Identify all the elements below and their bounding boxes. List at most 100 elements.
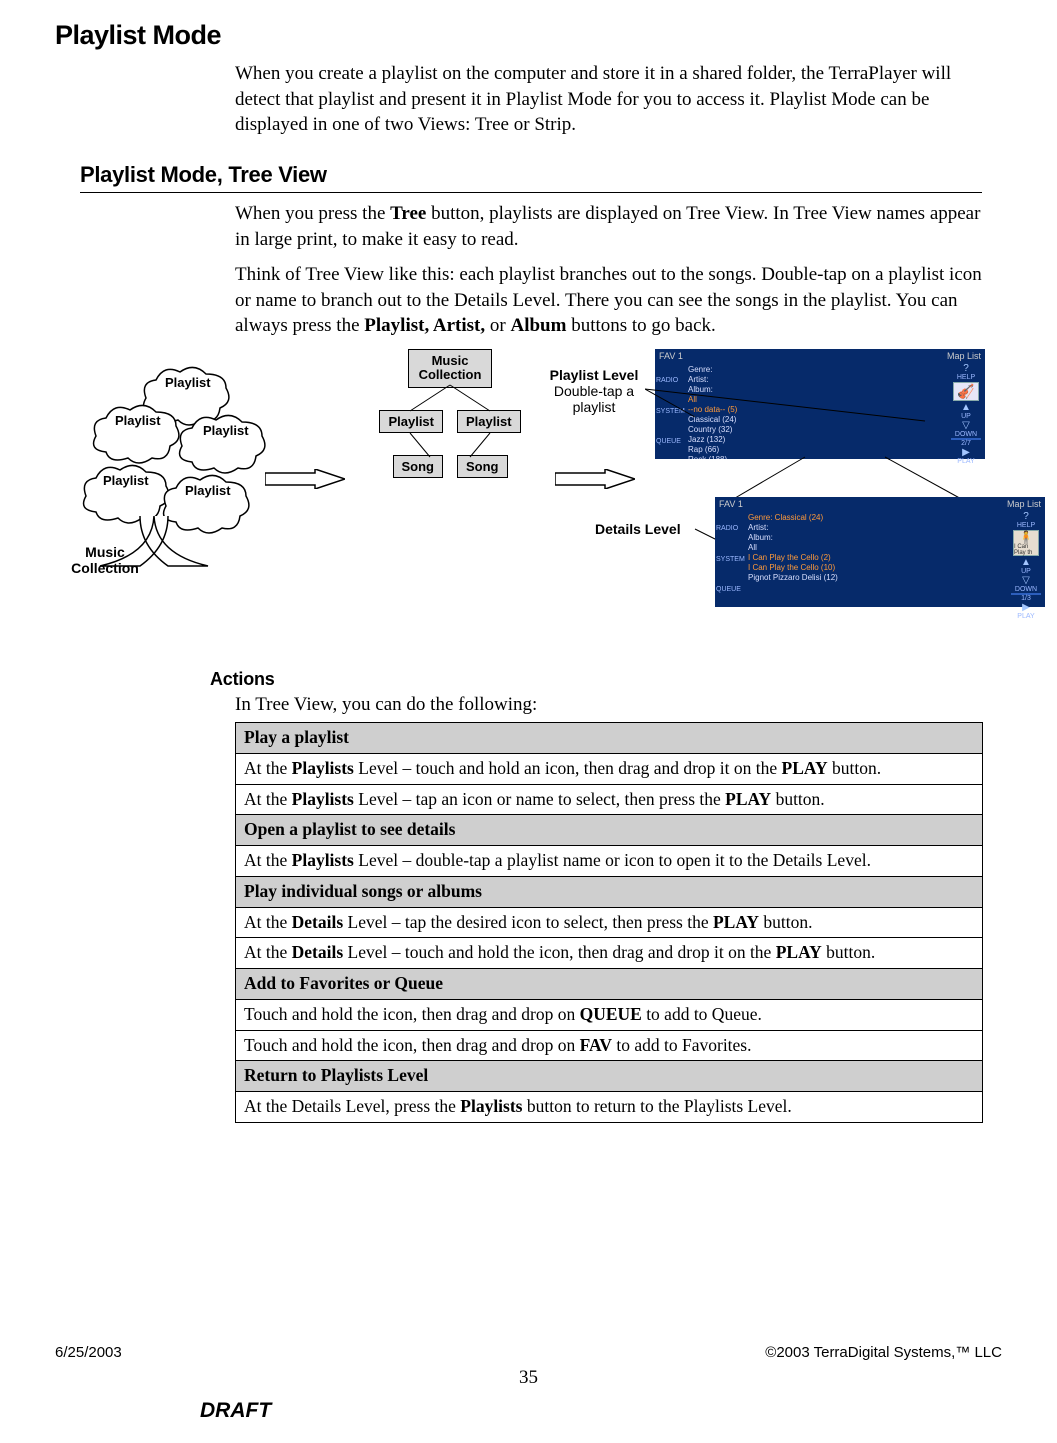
footer-page-number: 35 [55,1367,1002,1389]
cloud-label-playlist: Playlist [115,413,161,428]
footer-copyright: ©2003 TerraDigital Systems,™ LLC [765,1344,1002,1361]
list-item: Rap (66) [688,445,944,455]
progress-text: 2/7 [961,440,971,447]
label: HELP [1017,522,1035,529]
list-item: Jazz (132) [688,435,944,445]
actions-body: In Tree View, you can do the following: … [235,694,995,1123]
caption-sub: Double-tap aplaylist [539,383,649,415]
screenshot-top-right: Map List [947,351,981,361]
screenshot-top-left: FAV 1 [719,499,743,509]
section-rule [80,192,982,193]
table-row: Touch and hold the icon, then drag and d… [236,1030,983,1061]
label: HELP [957,374,975,381]
footer-draft: DRAFT [200,1399,1002,1423]
list-item: --no data-- (5) [688,405,944,415]
screenshot-mid-col: Genre: Classical (24) Artist: Album: All… [745,511,1007,607]
section-tree-view: Playlist Mode, Tree View [80,162,1002,193]
list-item: Pignot Pizzaro Delisi (12) [748,573,1004,583]
list-item: All [688,395,944,405]
screenshot-topbar: FAV 1 Map List [715,497,1045,511]
label: PLAY [957,458,974,465]
text-fragment: or [485,315,510,336]
list-item: I Can Play the Cello (10) [748,563,1004,573]
label: DOWN [955,431,977,438]
actions-heading: Actions [210,669,1002,690]
table-row: At the Details Level – touch and hold th… [236,938,983,969]
table-header: Return to Playlists Level [236,1061,983,1092]
tree-node-playlist: Playlist [457,410,521,433]
list-item: Genre: Classical (24) [748,513,1004,523]
label: UP [961,413,971,420]
screenshot-details-level: FAV 1 Map List RADIO SYSTEM QUEUE Genre:… [715,497,1045,607]
list-item: Artist: [748,523,1004,533]
up-icon: ▲ [1021,557,1031,568]
arrow-icon [265,469,345,489]
screenshot-topbar: FAV 1 Map List [655,349,985,363]
table-row: At the Playlists Level – tap an icon or … [236,784,983,815]
cloud-label-playlist: Playlist [103,473,149,488]
label: DOWN [1015,586,1037,593]
text-bold: Album [510,315,566,336]
footer-date: 6/25/2003 [55,1344,122,1361]
tree-view-p1: When you press the Tree button, playlist… [235,201,995,252]
text-bold: Tree [390,203,426,224]
caption-playlist-level: Playlist Level Double-tap aplaylist [539,367,649,415]
list-item: Country (32) [688,425,944,435]
thumbnail-icon: 🧍 I Can Play th [1013,530,1039,556]
actions-heading-wrap: Actions [210,669,1002,690]
cloud-label-playlist: Playlist [165,375,211,390]
list-item: Genre: [688,365,944,375]
screenshot-top-right: Map List [1007,499,1041,509]
list-item: QUEUE [716,586,744,593]
screenshot-left-col: RADIO SYSTEM QUEUE [715,511,745,607]
actions-table: Play a playlistAt the Playlists Level – … [235,722,983,1123]
thumbnail-text: I Can Play th [1014,544,1038,556]
text-fragment: When you press the [235,203,390,224]
text-bold: Playlist, Artist, [364,315,485,336]
table-header: Play individual songs or albums [236,876,983,907]
tree-node-playlist: Playlist [379,410,443,433]
down-icon: ▽ [1022,575,1030,586]
text-fragment: buttons to go back. [566,315,715,336]
list-item: RADIO [716,525,744,532]
screenshot-right-col: ? HELP 🧍 I Can Play th ▲ UP ▽ DOWN 1/3 ▶… [1007,511,1045,607]
screenshot-mid-col: Genre: Artist: Album: All --no data-- (5… [685,363,947,459]
list-item: Album: [748,533,1004,543]
tree-view-p2: Think of Tree View like this: each playl… [235,262,995,339]
tree-view-diagram: Playlist Playlist Playlist Playlist Play… [55,349,1015,639]
help-icon: ? [963,363,969,374]
page-title: Playlist Mode [55,20,1002,51]
tree-root-music-collection: MusicCollection [408,349,493,388]
intro-block: When you create a playlist on the comput… [235,61,995,138]
list-item: QUEUE [656,438,684,445]
section-body: When you press the Tree button, playlist… [235,201,995,339]
table-row: At the Playlists Level – double-tap a pl… [236,846,983,877]
play-icon: ▶ [1022,602,1030,613]
section-heading: Playlist Mode, Tree View [80,162,327,188]
tree-node-song: Song [393,455,444,478]
page-footer: 6/25/2003 ©2003 TerraDigital Systems,™ L… [55,1344,1002,1423]
label: PLAY [1017,613,1034,620]
caption-details-level: Details Level [595,521,681,537]
list-item: Album: [688,385,944,395]
table-row: At the Details Level, press the Playlist… [236,1092,983,1123]
caption-title: Playlist Level [550,367,639,383]
screenshot-right-col: ? HELP 🎻 ▲ UP ▽ DOWN 2/7 ▶ PLAY [947,363,985,459]
actions-intro: In Tree View, you can do the following: [235,694,995,716]
table-row: At the Details Level – tap the desired i… [236,907,983,938]
table-row: Touch and hold the icon, then drag and d… [236,999,983,1030]
screenshot-left-col: RADIO SYSTEM QUEUE [655,363,685,459]
tree-structure: MusicCollection Playlist Playlist Song S… [350,349,550,478]
list-item: I Can Play the Cello (2) [748,553,1004,563]
list-item: Rock (188) [688,455,944,459]
thumbnail-icon: 🎻 [953,382,979,401]
arrow-icon [555,469,635,489]
table-header: Add to Favorites or Queue [236,969,983,1000]
down-icon: ▽ [962,420,970,431]
intro-text: When you create a playlist on the comput… [235,61,995,138]
play-icon: ▶ [962,447,970,458]
list-item: Artist: [688,375,944,385]
help-icon: ? [1023,511,1029,522]
screenshot-top-left: FAV 1 [659,351,683,361]
list-item: RADIO [656,377,684,384]
